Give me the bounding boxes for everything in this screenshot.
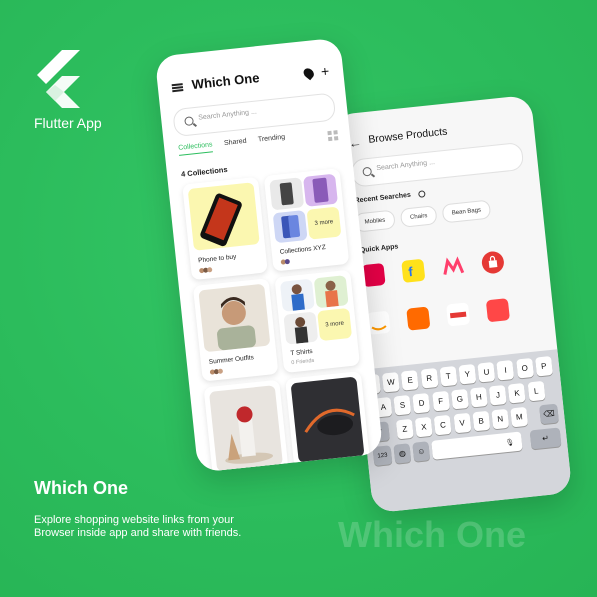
mall-icon[interactable] bbox=[446, 302, 471, 327]
browse-search-input[interactable]: Search Anything ... bbox=[350, 141, 525, 188]
friends-avatars bbox=[280, 258, 297, 265]
key[interactable]: Z bbox=[395, 418, 414, 440]
key[interactable]: Y bbox=[458, 363, 477, 385]
tshirt-thumbnail bbox=[279, 278, 315, 312]
browse-title: Browse Products bbox=[367, 125, 448, 146]
collections-count: 4 Collections bbox=[180, 164, 228, 179]
promo-background: Flutter App ← Browse Products Search Any… bbox=[0, 0, 597, 597]
home-phone: Which One + Search Anything ... Collecti… bbox=[154, 37, 384, 473]
flipkart-icon[interactable]: f bbox=[401, 258, 426, 283]
recent-chip[interactable]: Mobiles bbox=[354, 209, 396, 233]
myntra-icon[interactable] bbox=[441, 255, 465, 279]
collection-name: T Shirts bbox=[290, 347, 313, 358]
collection-name: Phone to buy bbox=[197, 253, 237, 265]
friends-avatars bbox=[199, 267, 215, 274]
recent-chip[interactable]: Bean Bags bbox=[441, 199, 492, 224]
collection-name: Summer Outfits bbox=[208, 354, 255, 366]
add-icon[interactable]: + bbox=[320, 63, 330, 80]
phone-thumbnail bbox=[303, 173, 338, 207]
tshirt-thumbnail bbox=[283, 311, 319, 345]
collection-card[interactable] bbox=[203, 379, 289, 473]
key[interactable]: L bbox=[527, 380, 546, 402]
phone-thumbnail bbox=[272, 210, 308, 244]
promo-description: Explore shopping website links from your… bbox=[34, 514, 242, 539]
home-search-placeholder: Search Anything ... bbox=[197, 108, 258, 122]
key[interactable]: B bbox=[472, 410, 491, 432]
menu-icon[interactable] bbox=[171, 83, 184, 93]
key[interactable]: R bbox=[420, 368, 439, 389]
collection-card[interactable]: 3 more T Shirts 0 Friends bbox=[274, 269, 361, 374]
flutter-logo bbox=[37, 50, 80, 108]
watermark-text: Which One bbox=[338, 514, 526, 555]
drop-icon[interactable] bbox=[301, 66, 316, 81]
history-icon bbox=[417, 190, 426, 198]
key[interactable]: H bbox=[469, 386, 488, 408]
headphones-thumbnail bbox=[290, 376, 365, 464]
alibaba-icon[interactable] bbox=[406, 306, 431, 331]
backspace-key[interactable]: ⌫ bbox=[539, 403, 559, 425]
key[interactable]: G bbox=[450, 388, 469, 410]
collection-card[interactable] bbox=[285, 371, 371, 469]
recent-searches-label: Recent Searches bbox=[354, 191, 412, 205]
tab-collections[interactable]: Collections bbox=[177, 141, 214, 156]
collection-card[interactable]: Phone to buy bbox=[182, 176, 268, 281]
key[interactable]: V bbox=[453, 412, 472, 434]
recent-chip[interactable]: Chairs bbox=[399, 205, 438, 228]
key[interactable]: W bbox=[382, 372, 400, 393]
tab-trending[interactable]: Trending bbox=[258, 134, 286, 144]
key[interactable]: S bbox=[393, 394, 412, 416]
grid-view-icon[interactable] bbox=[327, 130, 339, 142]
svg-text:f: f bbox=[408, 264, 415, 279]
key[interactable]: X bbox=[414, 416, 433, 438]
more-count[interactable]: 3 more bbox=[317, 307, 353, 342]
friends-count: 0 Friends bbox=[291, 357, 315, 367]
keyboard: QWERTYUIOP ASDFGHJKL ⇧ ⌫ ZXCVBNM 123 ◍ ☺… bbox=[358, 349, 573, 514]
search-icon bbox=[362, 166, 373, 177]
key[interactable]: J bbox=[489, 384, 507, 406]
key[interactable]: N bbox=[491, 408, 510, 430]
collection-name: Collections XYZ bbox=[279, 244, 327, 256]
brand-name: Flutter App bbox=[34, 115, 102, 131]
key[interactable]: O bbox=[515, 357, 534, 379]
quick-apps-label: Quick Apps bbox=[359, 243, 399, 255]
more-count[interactable]: 3 more bbox=[306, 206, 342, 240]
home-header: Which One + bbox=[171, 63, 332, 100]
key[interactable]: D bbox=[412, 392, 431, 414]
return-key[interactable]: ↵ bbox=[529, 427, 562, 450]
search-icon bbox=[184, 116, 195, 127]
key[interactable]: U bbox=[477, 361, 496, 383]
emoji-icon[interactable]: ☺ bbox=[412, 441, 431, 462]
promo-title: Which One bbox=[34, 478, 128, 498]
browse-search-placeholder: Search Anything ... bbox=[376, 159, 436, 173]
key[interactable]: I bbox=[496, 359, 515, 381]
key[interactable]: F bbox=[431, 390, 450, 412]
key[interactable]: M bbox=[510, 406, 529, 428]
app-title: Which One bbox=[190, 70, 261, 93]
decor-thumbnail bbox=[208, 385, 283, 472]
key[interactable]: K bbox=[508, 382, 527, 404]
key[interactable]: E bbox=[401, 370, 420, 391]
tab-shared[interactable]: Shared bbox=[224, 138, 247, 147]
collection-card[interactable]: Summer Outfits bbox=[192, 278, 279, 382]
mic-icon: 🎙 bbox=[505, 438, 515, 447]
globe-icon[interactable]: ◍ bbox=[393, 443, 412, 464]
phone-thumbnail bbox=[187, 182, 260, 251]
key[interactable]: P bbox=[534, 355, 553, 377]
aliexpress-icon[interactable] bbox=[485, 298, 510, 323]
person-thumbnail bbox=[198, 283, 271, 353]
phone-thumbnail bbox=[269, 177, 305, 211]
friends-avatars bbox=[209, 368, 226, 375]
key[interactable]: C bbox=[434, 414, 452, 436]
shopping-bag-icon[interactable] bbox=[480, 250, 505, 275]
tshirt-thumbnail bbox=[313, 275, 349, 309]
key[interactable]: T bbox=[439, 365, 458, 387]
collection-card[interactable]: 3 more Collections XYZ bbox=[263, 168, 350, 272]
